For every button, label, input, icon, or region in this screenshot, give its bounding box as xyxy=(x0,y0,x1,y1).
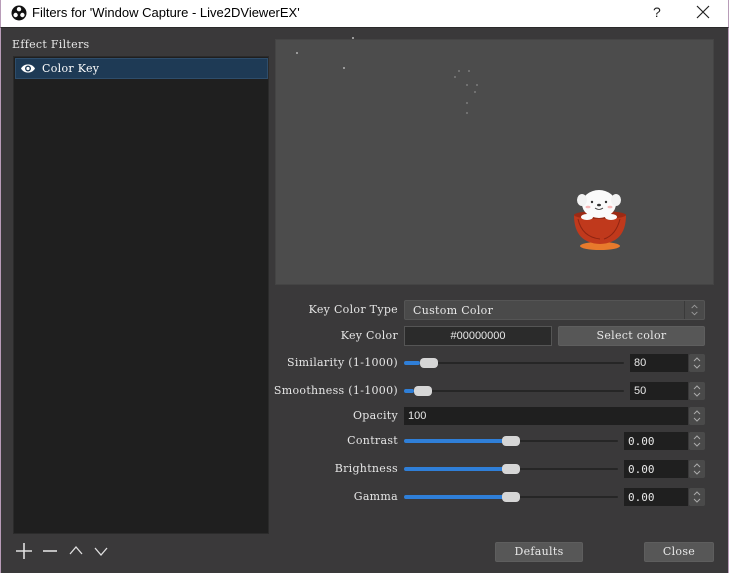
key-color-type-label: Key Color Type xyxy=(308,303,398,316)
slider-fill xyxy=(404,389,414,393)
spin-arrows-icon[interactable] xyxy=(689,460,705,478)
preview-speck xyxy=(466,112,468,114)
close-button[interactable]: Close xyxy=(644,542,714,562)
obs-logo-icon xyxy=(11,5,27,21)
brightness-spinbox[interactable]: 0.00 xyxy=(624,460,688,478)
similarity-value: 80 xyxy=(634,357,647,369)
smoothness-label: Smoothness (1-1000) xyxy=(273,384,398,397)
slider-handle[interactable] xyxy=(414,386,432,396)
preview-speck xyxy=(458,70,460,72)
live2d-mascot-image xyxy=(574,190,626,250)
select-color-button[interactable]: Select color xyxy=(558,326,705,346)
brightness-slider[interactable] xyxy=(404,462,618,476)
slider-handle[interactable] xyxy=(502,464,520,474)
effect-filters-heading: Effect Filters xyxy=(12,38,90,51)
smoothness-spinbox[interactable]: 50 xyxy=(630,382,688,400)
spin-arrows-icon[interactable] xyxy=(689,407,705,425)
contrast-slider[interactable] xyxy=(404,434,618,448)
chevron-down-icon[interactable] xyxy=(92,542,110,560)
contrast-value: 0.00 xyxy=(628,435,655,448)
opacity-label: Opacity xyxy=(352,409,398,422)
preview-speck xyxy=(466,84,468,86)
smoothness-value: 50 xyxy=(634,385,647,397)
slider-fill xyxy=(404,495,504,499)
window-title: Filters for 'Window Capture - Live2DView… xyxy=(32,5,300,20)
key-color-value: #00000000 xyxy=(450,330,506,342)
key-color-label: Key Color xyxy=(340,329,398,342)
preview-speck xyxy=(466,102,468,104)
filter-list[interactable]: Color Key xyxy=(13,56,269,534)
preview-speck xyxy=(352,37,354,39)
similarity-label: Similarity (1-1000) xyxy=(287,356,398,369)
key-color-type-select[interactable]: Custom Color xyxy=(404,300,705,320)
similarity-spinbox[interactable]: 80 xyxy=(630,354,688,372)
brightness-value: 0.00 xyxy=(628,463,655,476)
help-button[interactable]: ? xyxy=(653,4,661,20)
opacity-spinbox[interactable]: 100 xyxy=(404,407,688,425)
opacity-value: 100 xyxy=(408,410,427,422)
smoothness-slider[interactable] xyxy=(404,384,624,398)
spin-arrows-icon[interactable] xyxy=(689,488,705,506)
key-color-type-value: Custom Color xyxy=(413,304,494,317)
plus-icon[interactable] xyxy=(15,542,33,560)
key-color-value-field: #00000000 xyxy=(404,326,552,346)
slider-fill xyxy=(404,361,420,365)
chevron-up-icon[interactable] xyxy=(67,542,85,560)
spin-arrows-icon[interactable] xyxy=(689,432,705,450)
up-down-arrows-icon[interactable] xyxy=(684,301,704,319)
close-icon[interactable] xyxy=(695,3,711,21)
slider-fill xyxy=(404,467,504,471)
gamma-spinbox[interactable]: 0.00 xyxy=(624,488,688,506)
gamma-slider[interactable] xyxy=(404,490,618,504)
eye-icon[interactable] xyxy=(20,62,36,75)
minus-icon[interactable] xyxy=(41,542,59,560)
preview-speck xyxy=(474,91,476,93)
slider-track xyxy=(404,390,624,392)
filter-item-color-key[interactable]: Color Key xyxy=(15,58,268,79)
spin-arrows-icon[interactable] xyxy=(689,354,705,372)
slider-handle[interactable] xyxy=(502,436,520,446)
preview-speck xyxy=(454,76,456,78)
slider-fill xyxy=(404,439,504,443)
defaults-button[interactable]: Defaults xyxy=(495,542,583,562)
preview-speck xyxy=(476,84,478,86)
preview-speck xyxy=(343,67,345,69)
gamma-label: Gamma xyxy=(353,490,398,503)
preview-area xyxy=(275,37,714,285)
slider-handle[interactable] xyxy=(502,492,520,502)
preview-speck xyxy=(468,70,470,72)
preview-speck xyxy=(296,52,298,54)
spin-arrows-icon[interactable] xyxy=(689,382,705,400)
gamma-value: 0.00 xyxy=(628,491,655,504)
similarity-slider[interactable] xyxy=(404,356,624,370)
brightness-label: Brightness xyxy=(334,462,398,475)
contrast-label: Contrast xyxy=(347,434,398,447)
slider-handle[interactable] xyxy=(420,358,438,368)
filter-name: Color Key xyxy=(42,62,100,75)
title-bar: Filters for 'Window Capture - Live2DView… xyxy=(0,0,729,27)
contrast-spinbox[interactable]: 0.00 xyxy=(624,432,688,450)
